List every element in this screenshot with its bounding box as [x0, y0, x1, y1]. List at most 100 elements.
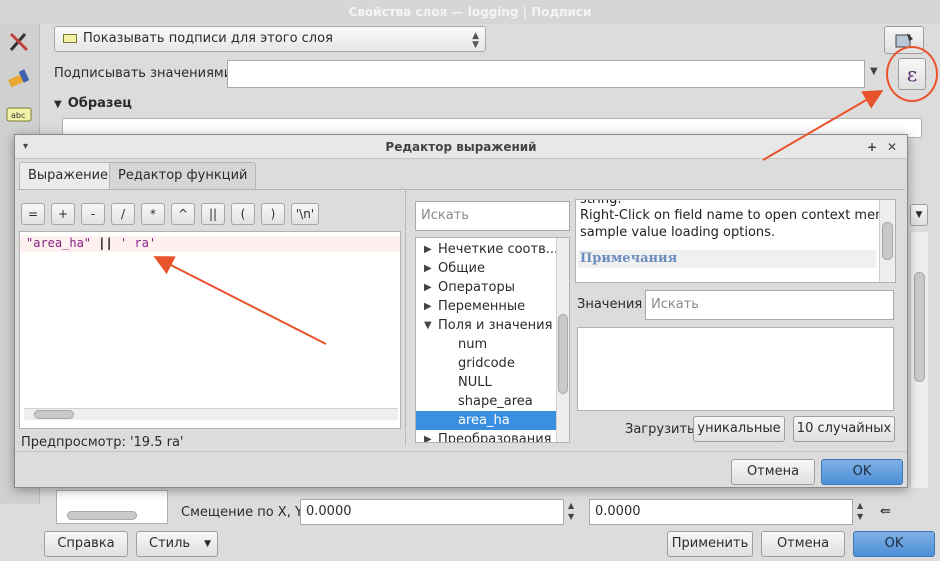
tree-group-operators[interactable]: ▶ Операторы: [416, 278, 556, 297]
sample-section-header[interactable]: ▼ Образец: [54, 96, 132, 111]
svg-text:abc: abc: [11, 111, 25, 120]
show-labels-text: Показывать подписи для этого слоя: [83, 31, 333, 46]
tree-group-conversions[interactable]: ▶ Преобразования: [416, 430, 556, 443]
offset-y-spinner[interactable]: ▲ ▼: [857, 500, 863, 522]
expand-icon: ▶: [424, 434, 432, 443]
expression-editor-dialog: ▾ Редактор выражений + ✕ Выражение Редак…: [14, 134, 908, 488]
sample-title: Образец: [67, 96, 132, 111]
tree-field-gridcode[interactable]: gridcode: [416, 354, 556, 373]
tree-label: num: [458, 337, 488, 352]
collapse-icon: ▼: [424, 320, 432, 331]
window-menu-icon[interactable]: ▾: [23, 135, 28, 159]
load-unique-button[interactable]: уникальные: [693, 416, 785, 442]
help-scrollbar[interactable]: [879, 200, 895, 282]
style-label: Стиль: [149, 536, 191, 551]
tree-group-general[interactable]: ▶ Общие: [416, 259, 556, 278]
main-scroll-thumb[interactable]: [914, 272, 925, 382]
expand-icon: ▶: [424, 301, 432, 312]
tree-label: area_ha: [458, 413, 510, 428]
op-newline-button[interactable]: '\n': [291, 203, 319, 225]
help-button[interactable]: Справка: [44, 531, 128, 557]
code-hscroll-thumb[interactable]: [34, 410, 74, 419]
tree-group-variables[interactable]: ▶ Переменные: [416, 297, 556, 316]
tree-field-shape-area[interactable]: shape_area: [416, 392, 556, 411]
tree-label: Переменные: [438, 299, 526, 314]
settings-list-scroll-thumb[interactable]: [67, 511, 137, 520]
tree-label: Общие: [438, 261, 485, 276]
tree-field-area-ha[interactable]: area_ha: [416, 411, 556, 430]
op-plus-button[interactable]: +: [51, 203, 75, 225]
dropdown-arrow-icon[interactable]: ▼: [910, 204, 928, 226]
op-minus-button[interactable]: -: [81, 203, 105, 225]
expr-cancel-button[interactable]: Отмена: [731, 459, 815, 485]
load-random-button[interactable]: 10 случайных: [793, 416, 895, 442]
labels-abc-icon[interactable]: abc: [5, 100, 33, 128]
expression-editor-title: ▾ Редактор выражений + ✕: [15, 135, 907, 159]
offset-x-spinner[interactable]: ▲ ▼: [568, 500, 574, 522]
preview-text: Предпросмотр: '19.5 ra': [21, 435, 184, 450]
data-defined-icon[interactable]: ⇚: [880, 504, 891, 519]
expression-code-editor[interactable]: "area_ha" || ' ra': [19, 231, 401, 429]
pin-icon[interactable]: +: [867, 135, 877, 159]
tree-label: Операторы: [438, 280, 515, 295]
code-line: "area_ha" || ' ra': [26, 236, 156, 250]
tree-scroll-thumb[interactable]: [558, 314, 568, 394]
values-label: Значения: [577, 297, 643, 312]
op-open-paren-button[interactable]: (: [231, 203, 255, 225]
op-equals-button[interactable]: =: [21, 203, 45, 225]
expr-ok-button[interactable]: OK: [821, 459, 903, 485]
chevron-down-icon: ▼: [472, 40, 479, 50]
main-cancel-button[interactable]: Отмена: [761, 531, 845, 557]
expand-icon: ▶: [424, 263, 432, 274]
abc-small-icon: [63, 34, 77, 43]
tab-expression[interactable]: Выражение: [19, 162, 118, 190]
function-search-input[interactable]: Искать: [415, 201, 570, 231]
code-string-token: ' ra': [119, 236, 157, 250]
help-scroll-thumb[interactable]: [882, 222, 893, 260]
field-dropdown-icon[interactable]: ▼: [870, 66, 878, 77]
offset-y-input[interactable]: 0.0000: [589, 499, 853, 525]
values-search-input[interactable]: Искать: [645, 290, 894, 320]
op-concat-button[interactable]: ||: [201, 203, 225, 225]
code-field-token: "area_ha": [26, 236, 92, 250]
tab-divider: [17, 189, 905, 190]
close-icon[interactable]: ✕: [887, 135, 897, 159]
dialog-title-text: Редактор выражений: [385, 140, 537, 154]
code-operator-token: ||: [98, 236, 113, 250]
offset-x-input[interactable]: 0.0000: [300, 499, 564, 525]
tree-label: Нечеткие соотв...: [438, 242, 559, 257]
window-title: Свойства слоя — logging | Подписи: [0, 0, 940, 24]
help-notes-heading: Примечания: [580, 251, 678, 266]
label-with-caption: Подписывать значениями: [54, 66, 233, 81]
tools-icon[interactable]: [5, 28, 33, 56]
help-line-2: sample value loading options.: [580, 225, 776, 240]
tree-group-fields[interactable]: ▼ Поля и значения: [416, 316, 556, 335]
label-field-input[interactable]: [227, 60, 865, 88]
tree-scrollbar[interactable]: [556, 238, 569, 442]
chevron-down-icon: ▼: [204, 539, 211, 549]
op-power-button[interactable]: ^: [171, 203, 195, 225]
tree-field-num[interactable]: num: [416, 335, 556, 354]
collapse-triangle-icon: ▼: [54, 99, 62, 110]
op-close-paren-button[interactable]: ): [261, 203, 285, 225]
brush-icon[interactable]: [5, 64, 33, 92]
tree-group-fuzzy[interactable]: ▶ Нечеткие соотв...: [416, 240, 559, 259]
function-tree[interactable]: ▶ Нечеткие соотв... ▶ Общие ▶ Операторы ▶ Пе…: [415, 237, 570, 443]
tree-label: gridcode: [458, 356, 515, 371]
pane-splitter[interactable]: [405, 191, 409, 445]
apply-button[interactable]: Применить: [667, 531, 753, 557]
code-hscrollbar[interactable]: [24, 408, 398, 420]
tab-function-editor[interactable]: Редактор функций: [109, 162, 257, 190]
main-scrollbar[interactable]: [910, 232, 928, 488]
tree-label: Поля и значения: [438, 318, 553, 333]
main-ok-button[interactable]: OK: [853, 531, 935, 557]
show-labels-combo[interactable]: Показывать подписи для этого слоя ▲ ▼: [54, 26, 486, 52]
style-menu-button[interactable]: Стиль ▼: [136, 531, 218, 557]
op-multiply-button[interactable]: *: [141, 203, 165, 225]
tree-label: shape_area: [458, 394, 533, 409]
tree-field-null[interactable]: NULL: [416, 373, 556, 392]
offset-label: Смещение по X, Y: [181, 505, 303, 520]
values-list[interactable]: [577, 327, 894, 411]
tree-label: Преобразования: [438, 432, 552, 443]
op-divide-button[interactable]: /: [111, 203, 135, 225]
